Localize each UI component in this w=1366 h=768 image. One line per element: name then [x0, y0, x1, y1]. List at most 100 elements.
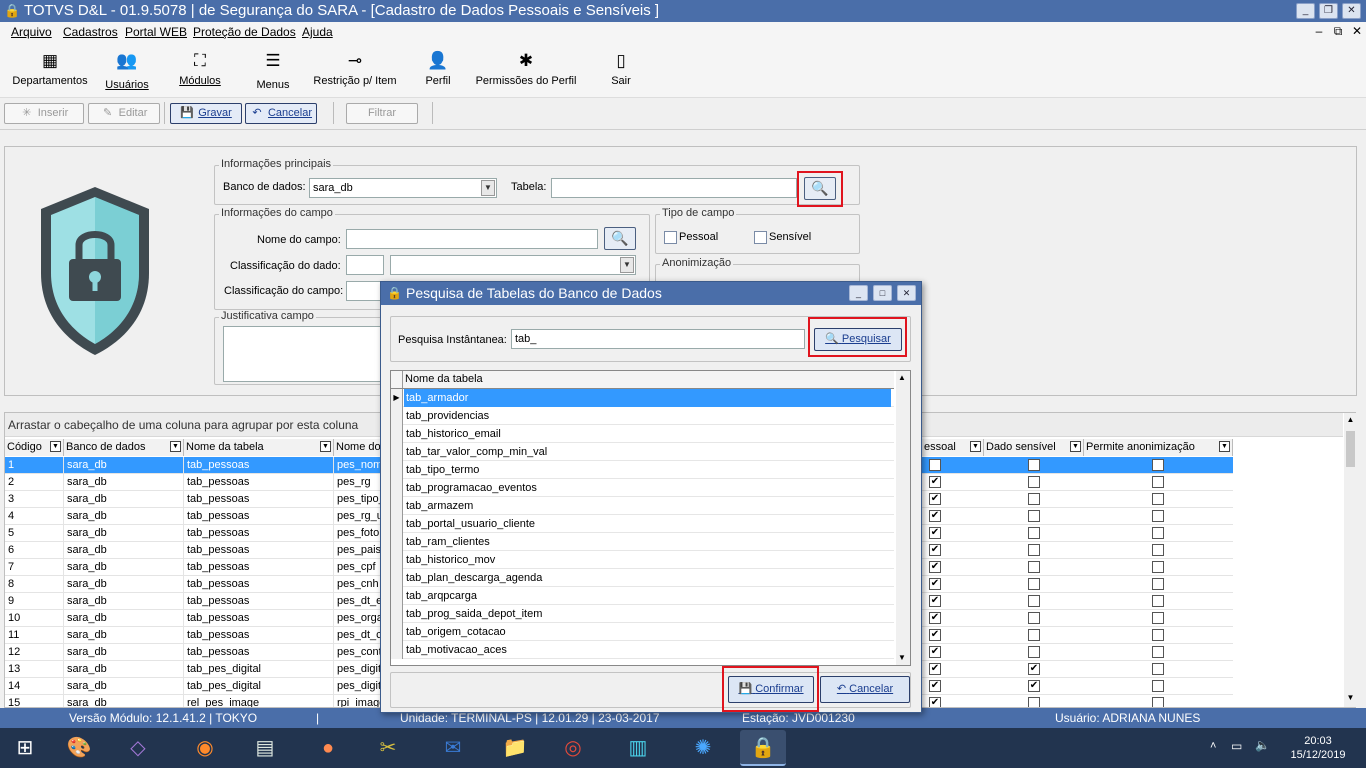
pessoal-checkbox[interactable]: ✔ — [929, 646, 941, 658]
dialog-cancelar-button[interactable]: ↶ Cancelar — [820, 676, 910, 703]
menu-ajuda[interactable]: Ajuda — [302, 25, 333, 41]
scroll-up-icon[interactable]: ▲ — [1346, 415, 1355, 425]
firefox-icon[interactable]: ◉ — [182, 730, 228, 766]
pessoal-checkbox[interactable]: ✔ — [929, 527, 941, 539]
ribbon-departamentos[interactable]: ▦ Departamentos — [8, 42, 92, 98]
filter-dropdown-icon[interactable]: ▼ — [970, 441, 981, 452]
menu-arquivo[interactable]: Arquivo — [11, 25, 52, 41]
list-item[interactable]: tab_arqpcarga — [391, 587, 894, 605]
dialog-close-button[interactable]: ✕ — [897, 285, 916, 301]
pessoal-checkbox[interactable]: ✔ — [929, 510, 941, 522]
pessoal-checkbox[interactable]: ✔ — [929, 459, 941, 471]
cancelar-button[interactable]: ↶ Cancelar — [245, 103, 317, 124]
anonimizacao-checkbox[interactable] — [1152, 527, 1164, 539]
lock-app-icon[interactable]: 🔒 — [740, 730, 786, 766]
minimize-button[interactable]: _ — [1296, 3, 1315, 19]
search-input[interactable]: tab_ — [511, 329, 805, 349]
anonimizacao-checkbox[interactable] — [1152, 561, 1164, 573]
pesquisar-button[interactable]: 🔍 Pesquisar — [814, 328, 902, 351]
dialog-maximize-button[interactable]: □ — [873, 285, 892, 301]
anonimizacao-checkbox[interactable] — [1152, 697, 1164, 707]
network-icon[interactable]: ▭ — [1231, 739, 1242, 753]
mdi-minimize-button[interactable]: – — [1312, 24, 1326, 40]
gravar-button[interactable]: 💾 Gravar — [170, 103, 242, 124]
list-item[interactable]: tab_historico_mov — [391, 551, 894, 569]
nome-campo-input[interactable] — [346, 229, 598, 249]
col-pessoal[interactable]: essoal ▼ — [922, 439, 984, 456]
sensivel-checkbox[interactable] — [1028, 459, 1040, 471]
visual-studio-icon[interactable]: ◇ — [115, 730, 161, 766]
pessoal-checkbox[interactable]: ✔ — [929, 561, 941, 573]
pessoal-checkbox[interactable]: ✔ — [929, 595, 941, 607]
campo-search-button[interactable]: 🔍 — [604, 227, 636, 250]
class-dado-select[interactable]: ▼ — [390, 255, 636, 275]
editar-button[interactable]: ✎ Editar — [88, 103, 160, 124]
sensivel-checkbox[interactable] — [1028, 561, 1040, 573]
close-button[interactable]: ✕ — [1342, 3, 1361, 19]
list-item[interactable]: tab_origem_cotacao — [391, 623, 894, 641]
grid-scrollbar[interactable]: ▲ ▼ — [1344, 413, 1357, 707]
sensivel-checkbox[interactable] — [1028, 544, 1040, 556]
list-item[interactable]: tab_tar_valor_comp_min_val — [391, 443, 894, 461]
menu-cadastros[interactable]: Cadastros — [63, 25, 118, 41]
menu-protecao-dados[interactable]: Proteção de Dados — [193, 25, 296, 41]
paint-icon[interactable]: 🎨 — [56, 730, 102, 766]
ribbon-permissoes[interactable]: ✱ Permissões do Perfil — [474, 42, 578, 98]
list-item[interactable]: tab_portal_usuario_cliente — [391, 515, 894, 533]
list-item[interactable]: tab_prog_saida_depot_item — [391, 605, 894, 623]
chrome-icon[interactable]: ◎ — [550, 730, 596, 766]
filter-dropdown-icon[interactable]: ▼ — [170, 441, 181, 452]
notepad-icon[interactable]: ▤ — [242, 730, 288, 766]
col-sensivel[interactable]: Dado sensível ▼ — [984, 439, 1084, 456]
list-item[interactable]: tab_providencias — [391, 407, 894, 425]
pessoal-checkbox[interactable]: ✔ — [929, 697, 941, 707]
anonimizacao-checkbox[interactable] — [1152, 578, 1164, 590]
anonimizacao-checkbox[interactable] — [1152, 612, 1164, 624]
sensivel-checkbox[interactable] — [1028, 476, 1040, 488]
list-item[interactable]: tab_armazem — [391, 497, 894, 515]
col-tabela[interactable]: Nome da tabela ▼ — [184, 439, 334, 456]
windows-start-icon[interactable]: ⊞ — [2, 730, 48, 766]
list-item[interactable]: tab_programacao_eventos — [391, 479, 894, 497]
tray-chevron-icon[interactable]: ˄ — [1210, 740, 1216, 752]
sensivel-checkbox[interactable] — [1028, 629, 1040, 641]
tabela-input[interactable] — [551, 178, 797, 198]
class-campo-code-input[interactable] — [346, 281, 384, 301]
filtrar-button[interactable]: Filtrar — [346, 103, 418, 124]
anonimizacao-checkbox[interactable] — [1152, 680, 1164, 692]
filter-dropdown-icon[interactable]: ▼ — [1219, 441, 1230, 452]
pessoal-checkbox[interactable]: ✔ — [929, 476, 941, 488]
ribbon-sair[interactable]: ▯ Sair — [604, 42, 638, 98]
system-clock[interactable]: 20:03 15/12/2019 — [1288, 734, 1348, 762]
pessoal-checkbox[interactable]: ✔ — [929, 663, 941, 675]
class-dado-code-input[interactable] — [346, 255, 384, 275]
sensivel-checkbox[interactable] — [1028, 697, 1040, 707]
inserir-button[interactable]: ✳ Inserir — [4, 103, 84, 124]
anonimizacao-checkbox[interactable] — [1152, 629, 1164, 641]
maximize-button[interactable]: ❐ — [1319, 3, 1338, 19]
app-orange-icon[interactable]: ● — [305, 730, 351, 766]
sensivel-checkbox[interactable] — [1028, 527, 1040, 539]
mdi-close-button[interactable]: ✕ — [1350, 24, 1364, 40]
filter-dropdown-icon[interactable]: ▼ — [1070, 441, 1081, 452]
sensivel-checkbox[interactable] — [1028, 493, 1040, 505]
ribbon-perfil[interactable]: 👤 Perfil — [420, 42, 456, 98]
outlook-icon[interactable]: ✉ — [430, 730, 476, 766]
app-tiles-icon[interactable]: ▥ — [615, 730, 661, 766]
list-item[interactable]: tab_plan_descarga_agenda — [391, 569, 894, 587]
ribbon-restricao[interactable]: ⊸ Restrição p/ Item — [312, 42, 398, 98]
scroll-down-icon[interactable]: ▼ — [898, 653, 906, 662]
sensivel-checkbox[interactable]: ✔ — [1028, 680, 1040, 692]
scroll-thumb[interactable] — [1346, 431, 1355, 467]
banco-select[interactable]: sara_db ▼ — [309, 178, 497, 198]
list-item[interactable]: tab_tipo_termo — [391, 461, 894, 479]
scroll-down-icon[interactable]: ▼ — [1346, 693, 1355, 703]
anonimizacao-checkbox[interactable] — [1152, 459, 1164, 471]
mdi-restore-button[interactable]: ⧉ — [1331, 24, 1345, 40]
ribbon-modulos[interactable]: ⛶ Módulos — [172, 42, 228, 98]
anonimizacao-checkbox[interactable] — [1152, 663, 1164, 675]
list-item[interactable]: tab_ram_clientes — [391, 533, 894, 551]
list-scrollbar[interactable]: ▲ ▼ — [896, 371, 910, 665]
pessoal-checkbox[interactable]: ✔ — [929, 493, 941, 505]
anonimizacao-checkbox[interactable] — [1152, 476, 1164, 488]
